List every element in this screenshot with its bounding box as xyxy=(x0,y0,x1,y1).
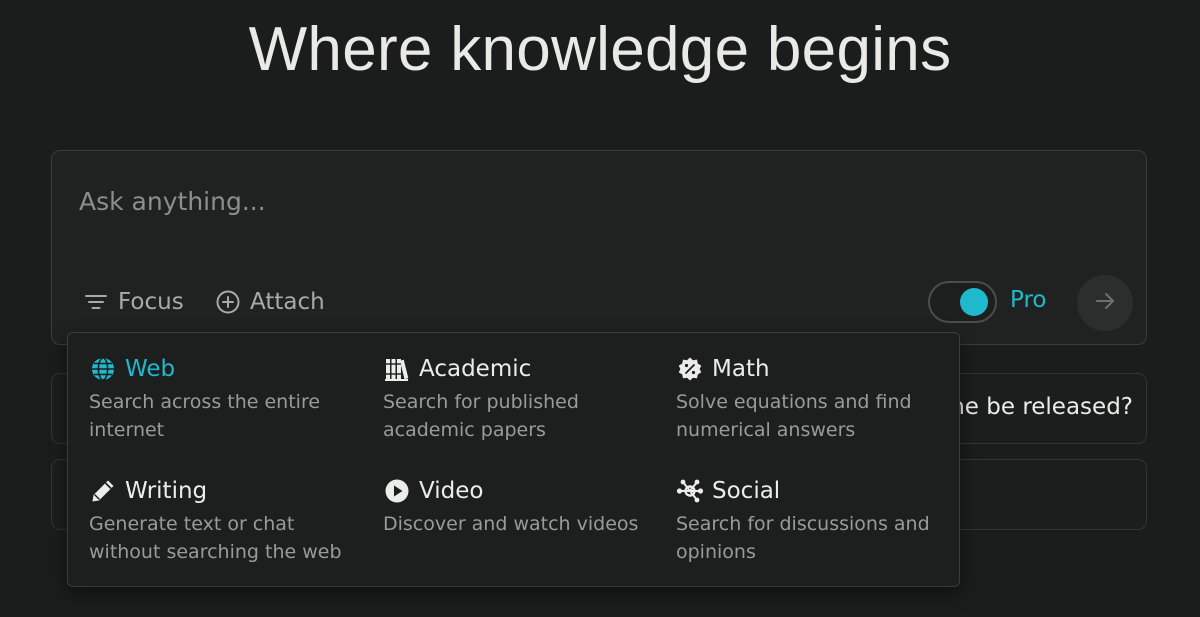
math-badge-icon xyxy=(676,355,704,383)
page: Where knowledge begins ne be released? F… xyxy=(0,0,1200,617)
focus-option-description: Generate text or chat without searching … xyxy=(89,513,342,563)
focus-dropdown: Web Search across the entire internet Ac… xyxy=(67,332,960,587)
focus-option-title: Web xyxy=(125,356,176,382)
arrow-right-icon xyxy=(1093,289,1117,317)
focus-option-video[interactable]: Video Discover and watch videos xyxy=(383,475,673,538)
focus-option-academic[interactable]: Academic Search for published academic p… xyxy=(383,353,673,444)
focus-label: Focus xyxy=(118,289,184,315)
submit-button[interactable] xyxy=(1077,275,1133,331)
attach-label: Attach xyxy=(250,289,325,315)
play-circle-icon xyxy=(383,477,411,505)
focus-option-description: Search for published academic papers xyxy=(383,391,579,441)
focus-option-writing[interactable]: Writing Generate text or chat without se… xyxy=(89,475,379,566)
plus-circle-icon xyxy=(216,290,240,314)
network-icon xyxy=(676,477,704,505)
attach-button[interactable]: Attach xyxy=(216,284,325,320)
focus-button[interactable]: Focus xyxy=(84,284,184,320)
focus-option-title: Math xyxy=(712,356,770,382)
books-icon xyxy=(383,355,411,383)
focus-option-math[interactable]: Math Solve equations and find numerical … xyxy=(676,353,966,444)
pro-label: Pro xyxy=(1010,287,1047,313)
focus-option-description: Solve equations and find numerical answe… xyxy=(676,391,912,441)
suggestion-text: ne be released? xyxy=(950,394,1133,420)
focus-option-web[interactable]: Web Search across the entire internet xyxy=(89,353,379,444)
search-box: Focus Attach Pro xyxy=(51,150,1147,345)
focus-option-title: Writing xyxy=(125,478,208,504)
focus-option-title: Social xyxy=(712,478,781,504)
focus-option-social[interactable]: Social Search for discussions and opinio… xyxy=(676,475,966,566)
pencil-icon xyxy=(89,477,117,505)
focus-option-description: Search across the entire internet xyxy=(89,391,321,441)
search-input[interactable] xyxy=(79,181,1079,221)
page-title: Where knowledge begins xyxy=(248,15,952,84)
focus-option-title: Academic xyxy=(419,356,532,382)
toggle-knob xyxy=(960,288,988,316)
filter-icon xyxy=(84,292,108,312)
focus-option-title: Video xyxy=(419,478,484,504)
focus-option-description: Discover and watch videos xyxy=(383,513,639,535)
globe-icon xyxy=(89,355,117,383)
focus-option-description: Search for discussions and opinions xyxy=(676,513,930,563)
pro-toggle[interactable] xyxy=(928,281,997,323)
